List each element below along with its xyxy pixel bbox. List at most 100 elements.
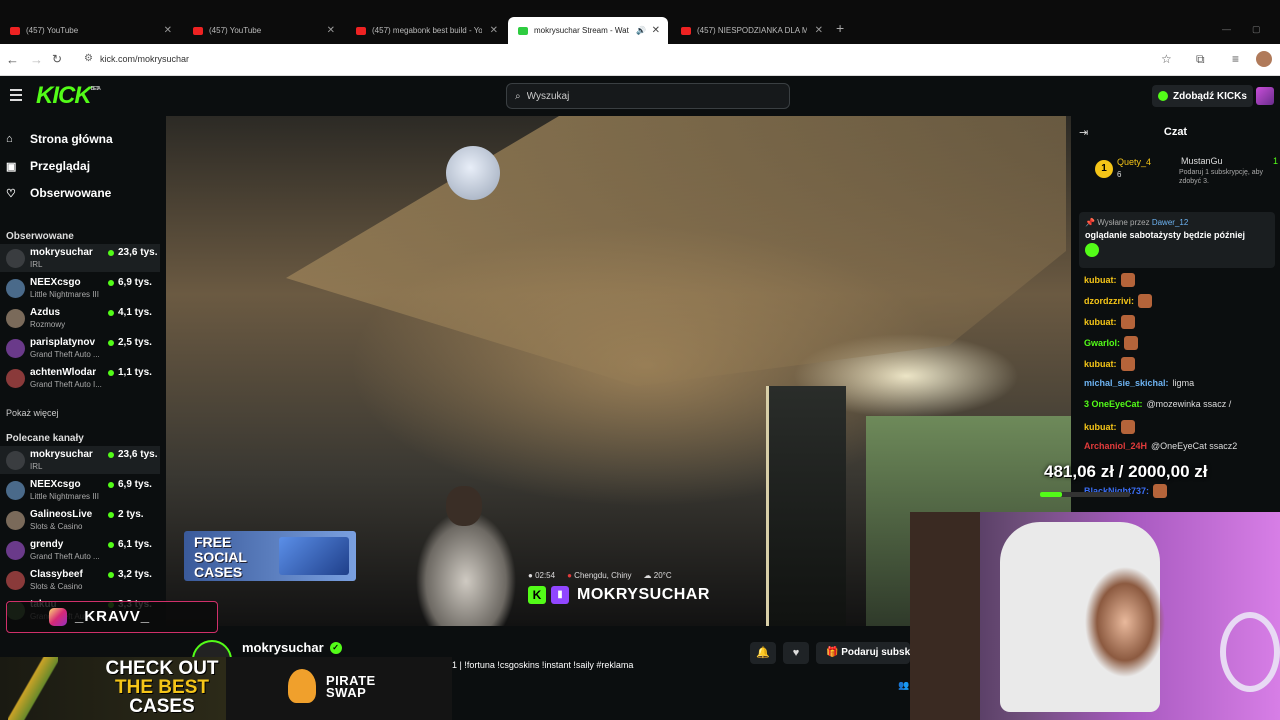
media-icon[interactable]: ≡ [1232, 52, 1239, 66]
cases-ad[interactable]: CHECK OUT THE BEST CASES [0, 657, 226, 720]
chat-message: Archaniol_24H @OneEyeCat ssacz2 [1084, 441, 1237, 451]
youtube-favicon-icon [193, 26, 203, 35]
video-scene-umbrella [286, 116, 1066, 386]
pinned-emote [1085, 243, 1099, 257]
channel-row[interactable]: achtenWlodar Grand Theft Auto I... 1,1 tys… [0, 364, 160, 392]
channel-row[interactable]: GalineosLive Slots & Casino 2 tys. [0, 506, 160, 534]
close-tab-icon[interactable]: ✕ [652, 25, 660, 36]
kicks-icon [1158, 91, 1168, 101]
browser-tab[interactable]: (457) YouTube ✕ [0, 17, 180, 44]
channel-row[interactable]: NEEXcsgo Little Nightmares III 6,9 tys. [0, 476, 160, 504]
youtube-favicon-icon [10, 26, 20, 35]
instagram-tag: _KRAVV_ [6, 601, 218, 633]
second-gifter-name[interactable]: MustanGu [1181, 156, 1223, 166]
top-gifter-name[interactable]: Quety_4 [1117, 157, 1151, 167]
channel-avatar [6, 249, 25, 268]
new-tab-button[interactable]: + [836, 20, 844, 36]
chat-username[interactable]: kubuat: [1084, 422, 1117, 432]
nav-home-label: Strona główna [30, 132, 113, 146]
show-more-link[interactable]: Pokaż więcej [6, 408, 59, 418]
channel-row[interactable]: NEEXcsgo Little Nightmares III 6,9 tys. [0, 274, 160, 302]
channel-row[interactable]: parisplatynov Grand Theft Auto ... 2,5 tys… [0, 334, 160, 362]
user-avatar[interactable] [1256, 87, 1274, 105]
twitch-icon: ▮ [551, 586, 569, 604]
live-dot-icon [108, 279, 114, 286]
channel-category: IRL [30, 462, 43, 471]
search-icon: ⌕ [515, 90, 521, 102]
channel-row[interactable]: Classybeef Slots & Casino 3,2 tys. [0, 566, 160, 594]
chat-username[interactable]: Archaniol_24H [1084, 441, 1147, 451]
top-gifter-count: 6 [1117, 170, 1122, 179]
menu-icon[interactable] [10, 89, 22, 101]
chat-text: @mozewinka ssacz / [1146, 399, 1232, 409]
kick-logo[interactable]: KICKBETA [36, 82, 101, 110]
live-dot-icon [108, 541, 114, 548]
notification-bell-button[interactable]: 🔔 [750, 642, 776, 664]
nav-browse[interactable]: ▣ Przeglądaj [6, 159, 90, 173]
browser-tab[interactable]: (457) megabonk best build - Yo ✕ [346, 17, 506, 44]
overlay-streamer-name: MOKRYSUCHAR [577, 586, 710, 603]
donation-progress-fill [1040, 492, 1062, 497]
close-tab-icon[interactable]: ✕ [164, 25, 172, 36]
close-tab-icon[interactable]: ✕ [490, 25, 498, 36]
site-info-icon[interactable]: ⚙ [84, 53, 93, 64]
nav-home[interactable]: ⌂ Strona główna [6, 132, 113, 146]
close-tab-icon[interactable]: ✕ [327, 25, 335, 36]
streamer-name[interactable]: mokrysuchar ✓ [242, 640, 342, 655]
verified-icon: ✓ [329, 641, 342, 654]
browser-tab[interactable]: (457) NIESPODZIANKA DLA MI ✕ [671, 17, 831, 44]
overlay-location: ● Chengdu, Chiny [567, 571, 632, 580]
browser-profile-avatar[interactable] [1256, 51, 1272, 67]
chat-username[interactable]: 3 OneEyeCat: [1084, 399, 1143, 409]
audio-playing-icon[interactable]: 🔊 [636, 26, 646, 35]
chat-title: Czat [1163, 126, 1188, 138]
browser-tab-title: mokrysuchar Stream - Wat [534, 26, 629, 35]
chat-username[interactable]: michal_sie_skichal: [1084, 378, 1169, 388]
minimize-icon[interactable]: — [1222, 24, 1231, 34]
browser-tab[interactable]: mokrysuchar Stream - Wat 🔊 ✕ [508, 17, 668, 44]
followed-heading: Obserwowane [6, 231, 74, 242]
channel-row[interactable]: mokrysuchar IRL 23,6 tys. [0, 446, 160, 474]
channel-name: mokrysuchar [30, 449, 93, 460]
browser-tab-title: (457) YouTube [26, 26, 79, 35]
pirate-logo-icon [288, 669, 316, 703]
live-dot-icon [108, 481, 114, 488]
follow-heart-button[interactable]: ♥ [783, 642, 809, 664]
search-box[interactable]: ⌕ [506, 83, 790, 109]
chat-message: 3 OneEyeCat: @mozewinka ssacz / [1084, 399, 1231, 409]
search-input[interactable] [526, 90, 767, 102]
channel-row[interactable]: mokrysuchar IRL 23,6 tys. [0, 244, 160, 272]
video-scene-lamp [446, 146, 500, 200]
url-field[interactable]: kick.com/mokrysuchar [100, 54, 189, 64]
back-icon[interactable]: ← [6, 52, 19, 67]
extensions-icon[interactable]: ⧉ [1196, 52, 1205, 67]
chat-username[interactable]: kubuat: [1084, 359, 1117, 369]
chat-username[interactable]: kubuat: [1084, 275, 1117, 285]
channel-avatar [6, 571, 25, 590]
forward-icon[interactable]: → [30, 52, 43, 67]
bookmark-star-icon[interactable]: ☆ [1161, 52, 1172, 66]
chat-username[interactable]: kubuat: [1084, 317, 1117, 327]
chat-username[interactable]: dzordzzrivi: [1084, 296, 1134, 306]
chat-text: ligma [1172, 378, 1195, 388]
gift-subscription-button[interactable]: 🎁 Podaruj subskrypcje [816, 642, 910, 664]
channel-name: Classybeef [30, 569, 83, 580]
channel-category: Little Nightmares III [30, 290, 99, 299]
maximize-icon[interactable]: ▢ [1252, 24, 1261, 35]
overlay-time: ● 02:54 [528, 571, 556, 580]
live-dot-icon [108, 309, 114, 316]
pirateswap-ad[interactable]: PIRATE SWAP [226, 657, 452, 720]
pinned-by: 📌 Wysłane przez Dawer_12 [1085, 218, 1189, 227]
chat-username[interactable]: Gwarlol: [1084, 338, 1120, 348]
channel-category: Rozmowy [30, 320, 66, 329]
kick-favicon-icon [518, 26, 528, 35]
nav-following[interactable]: ♡ Obserwowane [6, 186, 111, 200]
promo-banner: FREE SOCIAL CASES [184, 531, 356, 581]
reload-icon[interactable]: ↻ [52, 52, 62, 66]
channel-row[interactable]: grendy Grand Theft Auto ... 6,1 tys. [0, 536, 160, 564]
channel-category: Little Nightmares III [30, 492, 99, 501]
close-tab-icon[interactable]: ✕ [815, 25, 823, 36]
channel-row[interactable]: Azdus Rozmowy 4,1 tys. [0, 304, 160, 332]
browser-tab[interactable]: (457) YouTube ✕ [183, 17, 343, 44]
get-kicks-button[interactable]: Zdobądź KICKs [1152, 85, 1253, 107]
